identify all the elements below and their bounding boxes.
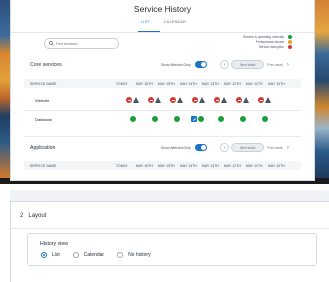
status-cell[interactable] xyxy=(152,116,158,122)
service-history-panel: Service History LIST CALENDAR Find servi… xyxy=(11,0,314,180)
disruption-icon xyxy=(170,97,176,103)
green-dot-icon xyxy=(288,34,292,39)
status-cell[interactable] xyxy=(218,116,224,122)
history-view-group: History view List Calendar No history xyxy=(27,233,317,266)
application-affected-toggle[interactable]: Show Affected Only xyxy=(161,144,207,151)
prev-week-button[interactable]: Prev week xyxy=(267,63,282,67)
operational-icon xyxy=(130,116,136,122)
chevron-right-icon[interactable]: › xyxy=(287,145,289,151)
radio-list[interactable]: List xyxy=(41,252,60,258)
core-affected-toggle[interactable]: Show Affected Only xyxy=(161,61,207,68)
radio-selected-icon xyxy=(41,252,47,258)
status-legend: Service is operating normally Performanc… xyxy=(243,34,292,49)
tab-calendar[interactable]: CALENDAR xyxy=(164,20,186,24)
disruption-icon xyxy=(258,97,264,103)
search-placeholder: Find services... xyxy=(56,41,81,46)
radio-no-history[interactable]: No history xyxy=(117,252,151,258)
warning-icon xyxy=(133,97,139,103)
next-week-button[interactable]: Next week xyxy=(231,143,265,152)
disruption-icon xyxy=(192,97,198,103)
warning-icon xyxy=(265,97,271,103)
status-cell[interactable] xyxy=(240,116,246,122)
application-table-header: SERVICE NAME TODAY MAY 16TH MAY 15TH MAY… xyxy=(24,161,301,170)
red-dot-icon xyxy=(288,44,292,49)
operational-icon xyxy=(240,116,246,122)
operational-icon xyxy=(174,116,180,122)
disruption-icon xyxy=(148,97,154,103)
yellow-dot-icon xyxy=(288,39,292,44)
row-divider xyxy=(24,110,301,111)
layout-section-title: 2 Layout xyxy=(20,213,47,219)
status-cell[interactable] xyxy=(174,116,180,122)
search-icon xyxy=(49,41,54,46)
core-services-title: Core services xyxy=(30,62,62,68)
page-title: Service History xyxy=(133,4,192,14)
radio-unselected-icon xyxy=(117,252,124,258)
toggle-switch[interactable] xyxy=(194,144,207,151)
warning-icon xyxy=(199,97,205,103)
core-table-header: SERVICE NAME TODAY MAY 16TH MAY 15TH MAY… xyxy=(24,79,301,88)
disruption-icon xyxy=(236,97,242,103)
toggle-switch[interactable] xyxy=(194,61,207,68)
radio-unselected-icon xyxy=(72,252,79,258)
warning-icon xyxy=(221,97,227,103)
maintenance-icon xyxy=(191,116,197,122)
row-website-label: Website xyxy=(35,98,50,103)
status-cell[interactable] xyxy=(262,116,268,122)
status-cell[interactable] xyxy=(130,116,136,122)
row-database-label: Database xyxy=(35,117,53,122)
status-cell[interactable] xyxy=(170,97,183,103)
status-cell[interactable] xyxy=(191,116,204,122)
operational-icon xyxy=(218,116,224,122)
background-right xyxy=(315,0,329,178)
status-cell[interactable] xyxy=(148,97,161,103)
history-view-options: List Calendar No history xyxy=(41,252,164,258)
core-pager: ‹ Next week Prev week › xyxy=(220,60,289,69)
legend-disruption: Service disruption xyxy=(243,44,292,49)
prev-week-button[interactable]: Prev week xyxy=(267,146,282,150)
application-pager: ‹ Next week Prev week › xyxy=(220,143,289,152)
divider xyxy=(11,32,314,33)
history-view-label: History view xyxy=(40,241,68,247)
chevron-right-icon[interactable]: › xyxy=(287,62,289,68)
chevron-left-icon[interactable]: ‹ xyxy=(220,60,229,69)
status-cell[interactable] xyxy=(126,97,139,103)
operational-icon xyxy=(152,116,158,122)
divider xyxy=(11,228,329,229)
layout-settings-panel: 2 Layout History view List Calendar No h… xyxy=(10,201,329,282)
disruption-icon xyxy=(214,97,220,103)
tab-list[interactable]: LIST xyxy=(141,20,150,24)
chevron-left-icon[interactable]: ‹ xyxy=(220,143,229,152)
row-divider xyxy=(24,136,301,137)
operational-icon xyxy=(262,116,268,122)
status-cell[interactable] xyxy=(214,97,227,103)
application-title: Application xyxy=(30,145,56,151)
search-input[interactable]: Find services... xyxy=(44,38,119,49)
warning-icon xyxy=(243,97,249,103)
radio-calendar[interactable]: Calendar xyxy=(72,252,104,258)
status-cell[interactable] xyxy=(236,97,249,103)
tab-bar: LIST CALENDAR xyxy=(11,20,314,32)
status-cell[interactable] xyxy=(258,97,271,103)
status-cell[interactable] xyxy=(192,97,205,103)
disruption-icon xyxy=(126,97,132,103)
next-week-button[interactable]: Next week xyxy=(231,60,265,69)
warning-icon xyxy=(155,97,161,103)
warning-icon xyxy=(177,97,183,103)
operational-icon xyxy=(198,116,204,122)
